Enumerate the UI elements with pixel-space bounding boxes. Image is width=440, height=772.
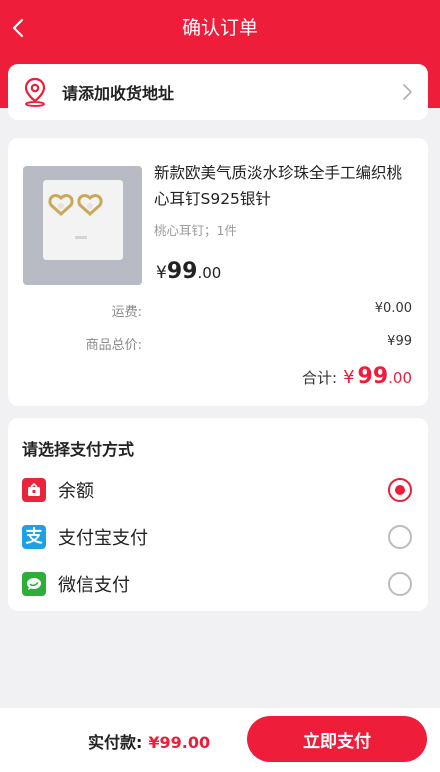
chevron-right-icon — [403, 84, 412, 100]
payment-title: 请选择支付方式 — [22, 440, 135, 459]
radio-wechat[interactable] — [388, 572, 412, 596]
order-total: 合计: ¥ 99 .00 — [302, 364, 412, 389]
product-title: 新款欧美气质淡水珍珠全手工编织桃心耳钉S925银针 — [154, 164, 403, 208]
order-card: 新款欧美气质淡水珍珠全手工编织桃心耳钉S925银针 桃心耳钉；1件 ¥99.00… — [8, 138, 428, 406]
product-spec: 桃心耳钉；1件 — [154, 223, 237, 238]
payment-label-balance: 余额 — [58, 481, 94, 502]
price-integer: 99 — [166, 259, 198, 284]
page-title: 确认订单 — [181, 17, 258, 39]
address-prompt: 请添加收货地址 — [62, 84, 175, 103]
shipping-value: ¥0.00 — [374, 301, 412, 316]
price-symbol: ¥ — [156, 263, 167, 283]
payment-label-wechat: 微信支付 — [58, 575, 130, 596]
payment-option-balance[interactable]: 余额 — [8, 470, 428, 510]
checkout-bar: 实付款: ¥99.00 立即支付 — [0, 708, 440, 772]
product-image[interactable] — [23, 166, 142, 285]
wechat-icon — [22, 572, 46, 596]
add-address-button[interactable]: 请添加收货地址 — [8, 64, 428, 120]
total-label: 合计: — [302, 369, 338, 387]
location-pin-icon — [24, 77, 46, 107]
payable-label: 实付款: — [88, 733, 143, 752]
payment-label-alipay: 支付宝支付 — [58, 528, 148, 549]
goods-total-label: 商品总价: — [85, 338, 142, 353]
payment-option-wechat[interactable]: 微信支付 — [8, 564, 428, 604]
radio-alipay[interactable] — [388, 525, 412, 549]
total-decimal: .00 — [388, 369, 412, 387]
payment-method-card: 请选择支付方式 余额 支 支付宝支付 微信支付 — [8, 418, 428, 611]
radio-balance[interactable] — [388, 478, 412, 502]
price-decimal: .00 — [197, 264, 222, 282]
pay-now-button[interactable]: 立即支付 — [247, 716, 427, 762]
payable-amount: 实付款: ¥99.00 — [88, 729, 210, 753]
earring-photo — [23, 166, 142, 285]
wallet-icon — [22, 478, 46, 502]
alipay-icon: 支 — [22, 525, 46, 549]
product-price: ¥99.00 — [156, 259, 221, 284]
total-symbol: ¥ — [343, 367, 355, 388]
payment-option-alipay[interactable]: 支 支付宝支付 — [8, 517, 428, 557]
total-integer: 99 — [357, 364, 389, 389]
goods-total-value: ¥99 — [387, 334, 412, 349]
shipping-label: 运费: — [111, 305, 142, 320]
payable-value: ¥99.00 — [148, 733, 211, 752]
